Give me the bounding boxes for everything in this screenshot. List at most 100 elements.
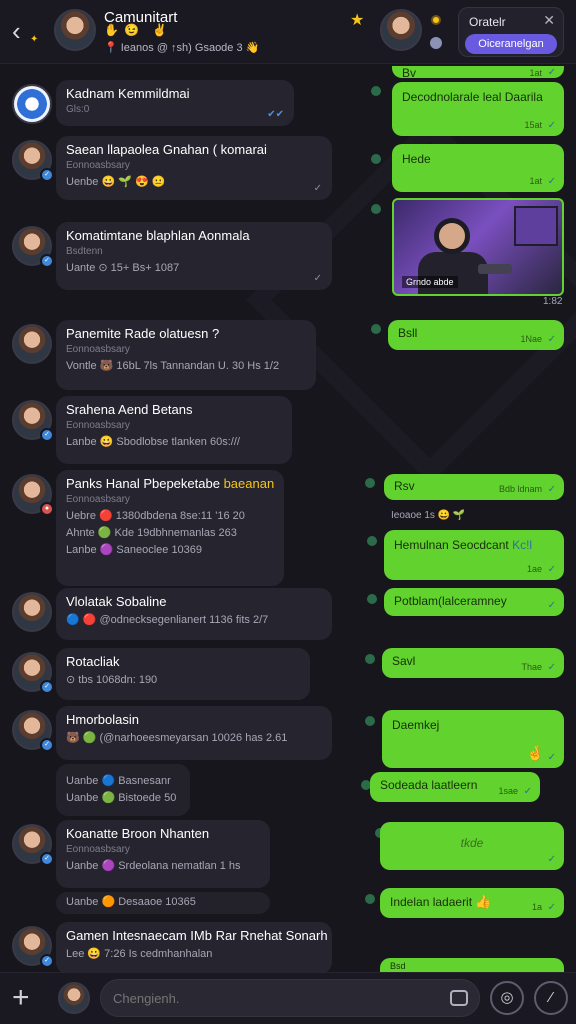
chat-preview: Uanbe 🟠 Desaaoe 10365 bbox=[66, 896, 196, 908]
chat-emoji-row: ✋😉 ✌ bbox=[104, 23, 173, 37]
message-text: Decodnolarale leal Daarila bbox=[402, 90, 543, 104]
check-icon: ✓ bbox=[313, 183, 322, 194]
message-text: Indelan ladaerit bbox=[390, 895, 473, 909]
back-arrow-icon[interactable]: ‹ bbox=[12, 16, 21, 47]
chat-card[interactable]: Hmorbolasin 🐻 🟢 (@narhoeesmeyarsan 10026… bbox=[56, 706, 332, 760]
photo-prop bbox=[478, 264, 512, 274]
photo-caption: Grndo abde bbox=[402, 276, 458, 288]
reply-icon[interactable] bbox=[365, 478, 375, 488]
user-avatar[interactable] bbox=[58, 982, 90, 1014]
message-time: 1at bbox=[529, 176, 542, 186]
star-icon[interactable]: ★ bbox=[350, 10, 364, 30]
camera-icon[interactable] bbox=[450, 990, 468, 1006]
chat-list: Kadnam Kemmildmai Gls:0 ✔✔ ✓ Saean llapa… bbox=[0, 66, 340, 972]
chat-name: Kadnam Kemmildmai bbox=[66, 86, 190, 101]
verified-badge-icon: ✓ bbox=[40, 428, 54, 442]
chat-name-text: Panks Hanal Pbepeketabe bbox=[66, 476, 220, 491]
chat-header: ‹ ✦ Camunitart ✋😉 ✌ 📍 Ieanos @ ↑sh) Gsao… bbox=[0, 0, 576, 64]
message-text: Hemulnan Seocdcant bbox=[394, 538, 509, 552]
chat-card[interactable]: Vlolatak Sobaline 🔵 🔴 @odnecksegenlianer… bbox=[56, 588, 332, 640]
chat-preview: Ahnte 🟢 Kde 19dbhnemanlas 263 bbox=[66, 527, 237, 539]
chat-preview: Lanbe 🟣 Saneoclee 10369 bbox=[66, 544, 203, 556]
chat-meta: Eonnoasbsary bbox=[66, 844, 130, 855]
reply-icon[interactable] bbox=[365, 894, 375, 904]
reply-icon[interactable] bbox=[367, 594, 377, 604]
message-time: 15at bbox=[524, 120, 542, 130]
panel-title: Oratelr bbox=[469, 15, 506, 29]
chat-card[interactable]: Gamen Intesnaecam IMb Rar Rnehat Sonarh … bbox=[56, 922, 332, 972]
message-text: Rsv bbox=[394, 479, 415, 493]
header-panel: Oratelr ✕ Oiceranelgan bbox=[458, 7, 564, 57]
message-text: Bsll bbox=[398, 326, 418, 340]
close-icon[interactable]: ✕ bbox=[543, 12, 555, 29]
sparkle-icon: ✦ bbox=[30, 34, 39, 45]
group-avatar[interactable] bbox=[54, 9, 96, 51]
message-text: Savl bbox=[392, 654, 416, 668]
chat-name: Panemite Rade olatuesn ? bbox=[66, 326, 220, 341]
plus-icon[interactable]: + bbox=[12, 981, 30, 1015]
message-bubble[interactable]: Bv 1at ✓ bbox=[392, 66, 564, 80]
reply-icon[interactable] bbox=[365, 654, 375, 664]
photo-figure-body bbox=[418, 252, 488, 294]
emoji-reaction: 🤞 bbox=[526, 745, 544, 761]
chat-card[interactable]: Komatimtane blaphlan Aonmala Bsdtenn Uan… bbox=[56, 222, 332, 290]
contact-avatar[interactable] bbox=[380, 9, 422, 51]
message-bubble[interactable]: Decodnolarale leal Daarila 15at ✓ bbox=[392, 82, 564, 136]
chat-preview: Uenbe 😀 🌱 😍 😐 bbox=[66, 176, 166, 188]
check-icon: ✓ bbox=[547, 484, 556, 495]
avatar bbox=[12, 592, 52, 632]
verified-badge-icon: ✓ bbox=[40, 852, 54, 866]
status-dot-icon bbox=[431, 15, 441, 25]
message-text: Potblam(lalceramney bbox=[394, 594, 507, 608]
chat-card[interactable]: Uanbe 🟠 Desaaoe 10365 bbox=[56, 892, 270, 914]
read-check-icon: ✔✔ bbox=[267, 109, 284, 120]
magic-wand-icon[interactable]: ⁄ bbox=[534, 981, 568, 1015]
panel-action-button[interactable]: Oiceranelgan bbox=[465, 34, 557, 54]
message-bubble[interactable]: Hede 1at ✓ bbox=[392, 144, 564, 192]
message-bubble[interactable]: Hemulnan Seocdcant Kc!l 1ae ✓ bbox=[384, 530, 564, 580]
chat-name: Gamen Intesnaecam IMb Rar Rnehat Sonarh bbox=[66, 928, 328, 943]
reply-icon[interactable] bbox=[371, 324, 381, 334]
avatar bbox=[12, 84, 52, 124]
settings-dot-icon[interactable] bbox=[430, 37, 442, 49]
message-time: 1sae bbox=[498, 786, 518, 796]
message-input[interactable] bbox=[100, 979, 480, 1017]
message-bubble[interactable]: Sodeada laatleern 1sae ✓ bbox=[370, 772, 540, 802]
reply-icon[interactable] bbox=[367, 536, 377, 546]
reply-icon[interactable] bbox=[371, 154, 381, 164]
message-time: 1Nae bbox=[520, 334, 542, 344]
chat-preview: 🐻 🟢 (@narhoeesmeyarsan 10026 has 2.61 bbox=[66, 732, 288, 744]
chat-meta: Gls:0 bbox=[66, 104, 90, 115]
chat-name-highlight: baeanan bbox=[223, 476, 275, 491]
message-bubble[interactable]: tkde ✓ bbox=[380, 822, 564, 870]
message-meta: Ieoaoe 1s 😀 🌱 bbox=[391, 510, 466, 521]
message-bubble[interactable]: Indelan ladaerit 👍 1a ✓ bbox=[380, 888, 564, 918]
reply-icon[interactable] bbox=[365, 716, 375, 726]
chat-preview: Uanbe 🟣 Srdeolana nematlan 1 hs bbox=[66, 860, 241, 872]
chat-card[interactable]: Panemite Rade olatuesn ? Eonnoasbsary Vo… bbox=[56, 320, 316, 390]
verified-badge-icon: ✓ bbox=[40, 168, 54, 182]
message-bubble[interactable]: Bsll 1Nae ✓ bbox=[388, 320, 564, 350]
check-icon: ✓ bbox=[547, 67, 556, 78]
chat-card[interactable]: Srahena Aend Betans Eonnoasbsary Lanbe 😀… bbox=[56, 396, 292, 464]
message-bubble[interactable]: Rsv Bdb ldnam ✓ bbox=[384, 474, 564, 500]
message-photo[interactable]: Grndo abde bbox=[392, 198, 564, 296]
message-bubble[interactable]: Bsd bbox=[380, 958, 564, 972]
chat-card[interactable]: Uanbe 🔵 Basnesanr Uanbe 🟢 Bistoede 50 bbox=[56, 764, 190, 816]
instagram-icon[interactable]: ◎ bbox=[490, 981, 524, 1015]
chat-preview: Lanbe 😀 Sbodlobse tlanken 60s:/// bbox=[66, 436, 240, 448]
chat-card[interactable]: Kadnam Kemmildmai Gls:0 ✔✔ bbox=[56, 80, 294, 126]
message-time: Bdb ldnam bbox=[498, 484, 542, 494]
verified-badge-icon: ✓ bbox=[40, 254, 54, 268]
reply-icon[interactable] bbox=[371, 86, 381, 96]
chat-card[interactable]: Rotacliak ⊙ tbs 1068dn: 190 bbox=[56, 648, 310, 700]
message-bubble[interactable]: Daemkej 🤞 ✓ bbox=[382, 710, 564, 768]
chat-card[interactable]: Saean llapaolea Gnahan ( komarai Eonnoas… bbox=[56, 136, 332, 200]
chat-card[interactable]: Panks Hanal Pbepeketabe baeanan Eonnoasb… bbox=[56, 470, 284, 586]
chat-card[interactable]: Koanatte Broon Nhanten Eonnoasbsary Uanb… bbox=[56, 820, 270, 888]
reply-icon[interactable] bbox=[371, 204, 381, 214]
message-bubble[interactable]: Savl Thae ✓ bbox=[382, 648, 564, 678]
message-bubble[interactable]: Potblam(lalceramney ✓ bbox=[384, 588, 564, 616]
chat-preview: Uanbe 🔵 Basnesanr bbox=[66, 775, 171, 787]
chat-preview: Uanbe 🟢 Bistoede 50 bbox=[66, 792, 177, 804]
